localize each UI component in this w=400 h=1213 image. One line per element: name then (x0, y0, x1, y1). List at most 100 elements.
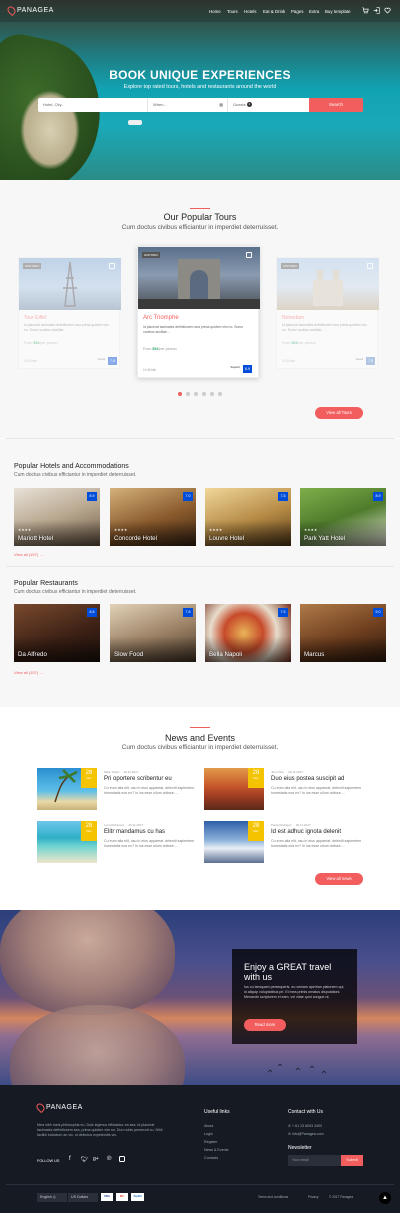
view-all-news-button[interactable]: View all news (315, 873, 363, 885)
nav-hotels[interactable]: Hotels (244, 9, 256, 14)
tour-duration: 1h 30min (24, 359, 38, 363)
privacy-link[interactable]: Privacy (308, 1195, 318, 1199)
newsletter-submit-button[interactable]: Submit (341, 1155, 363, 1166)
promo-box: Enjoy a GREAT travel with us Ius cu tamq… (232, 949, 357, 1044)
news-excerpt: Cu eum alia elit, usu in eius appareat, … (104, 839, 195, 848)
carousel-dot[interactable] (186, 392, 190, 396)
carousel-dot[interactable] (202, 392, 206, 396)
facebook-icon[interactable]: f (69, 1156, 71, 1162)
carousel-dot[interactable] (194, 392, 198, 396)
restaurant-card[interactable]: 7.8 Slow Food (110, 604, 196, 662)
restaurant-score: 7.8 (183, 608, 193, 617)
guests-label: Guests (233, 102, 246, 107)
news-excerpt: Cu eum alia elit, usu in eius appareat, … (271, 839, 362, 848)
card-shade (14, 636, 100, 662)
restaurant-card[interactable]: 9.0 Marcus (300, 604, 386, 662)
search-button[interactable]: Search (309, 98, 363, 112)
currency-select[interactable]: US Dollars (68, 1193, 98, 1202)
hotel-card[interactable]: 8.9 ★★★★ Mariott Hotel (14, 488, 100, 546)
restaurant-card[interactable]: 8.5 Da Alfredo (14, 604, 100, 662)
news-headline[interactable]: Elitr mandamus cu has (104, 829, 165, 835)
footer-divider (6, 1184, 394, 1185)
footer-link-login[interactable]: Login (204, 1132, 213, 1136)
tour-duration: 1h 30min (143, 368, 157, 372)
wishlist-icon[interactable] (367, 263, 373, 269)
contact-email[interactable]: ✉ info@Panagea.com (288, 1132, 324, 1136)
contact-phone[interactable]: ✆ + 61 23 8093 3400 (288, 1124, 322, 1128)
pinterest-icon[interactable]: ℗ (107, 1156, 111, 1162)
google-plus-icon[interactable]: g+ (93, 1156, 99, 1162)
site-logo[interactable]: PANAGEA (5, 4, 54, 17)
back-to-top-button[interactable]: ▲ (379, 1192, 391, 1204)
news-headline[interactable]: Pri oportere scribentur eu (104, 776, 172, 782)
news-title: News and Events (164, 733, 236, 743)
news-image[interactable]: 28 Dec (37, 821, 97, 863)
footer-link-news[interactable]: News & Events (204, 1148, 228, 1152)
view-all-hotels-link[interactable]: View all (157) → (14, 552, 43, 557)
language-select[interactable]: English ◎ (37, 1193, 67, 1202)
view-all-restaurants-link[interactable]: View all (157) → (14, 670, 43, 675)
carousel-dot[interactable] (218, 392, 222, 396)
carousel-dot[interactable] (178, 392, 182, 396)
tours-title: Our Popular Tours (163, 212, 237, 222)
news-date-badge: 28 Dec (81, 768, 97, 788)
footer-link-register[interactable]: Register (204, 1140, 217, 1144)
cart-icon[interactable] (362, 7, 369, 14)
tour-card[interactable]: HISTORIC Tour Eiffel Id placerat tacimat… (18, 257, 121, 369)
tour-price: From $54/per person (282, 341, 316, 345)
footer-link-contacts[interactable]: Contacts (204, 1156, 218, 1160)
tour-name[interactable]: Notredam (282, 315, 304, 321)
mastercard-icon: MC (116, 1193, 128, 1201)
guests-select[interactable]: Guests 1 (228, 98, 309, 112)
where-input[interactable]: Hotel, City... (38, 98, 148, 112)
nav-tours[interactable]: Tours (227, 9, 238, 14)
twitter-icon[interactable]: 🐦︎ (81, 1156, 89, 1163)
news-image[interactable]: 28 Dec (204, 768, 264, 810)
hotel-name: Park Yatt Hotel (304, 535, 346, 542)
news-headline[interactable]: Duo eius postea suscipit ad (271, 776, 344, 782)
restaurant-name: Bella Napoli (209, 651, 243, 658)
section-accent-line (190, 727, 210, 728)
news-image[interactable]: 28 Dec (37, 768, 97, 810)
nav-buy-template[interactable]: Buy template (325, 9, 351, 14)
tours-subtitle: Cum doctus civibus efficiantur in imperd… (121, 224, 279, 231)
hotel-stars: ★★★★ (209, 528, 223, 532)
tour-card[interactable]: HISTORIC Notredam Id placerat tacimates … (276, 257, 379, 369)
promo-text: Ius cu tamquam persequeris, eu veniam ap… (244, 985, 345, 999)
tour-name[interactable]: Arc Triomphe (143, 315, 179, 321)
boat-image (128, 120, 142, 125)
news-meta: Paula Rodrigez · 20.11.2017 (271, 823, 311, 827)
view-all-tours-button[interactable]: View all Tours (315, 407, 363, 419)
contact-title: Contact with Us (288, 1109, 324, 1115)
footer-logo[interactable]: PANAGEA (34, 1101, 83, 1114)
hotel-name: Louvre Hotel (209, 535, 245, 542)
hotel-card[interactable]: 7.0 ★★★★ Concorde Hotel (110, 488, 196, 546)
login-icon[interactable] (373, 7, 380, 14)
read-more-button[interactable]: Read more (244, 1019, 286, 1031)
carousel-dot[interactable] (210, 392, 214, 396)
hotels-restaurants-section (0, 439, 400, 707)
restaurant-card[interactable]: 7.5 Bella Napoli (205, 604, 291, 662)
tour-description: Id placerat tacimates definitionem sea p… (282, 323, 367, 332)
hotel-card[interactable]: 7.5 ★★★★ Louvre Hotel (205, 488, 291, 546)
when-input[interactable]: When... ▦ (148, 98, 228, 112)
news-image[interactable]: 28 Dec (204, 821, 264, 863)
instagram-icon[interactable] (119, 1156, 125, 1162)
footer-link-about[interactable]: About (204, 1124, 213, 1128)
wishlist-icon[interactable] (246, 252, 252, 258)
nav-pages[interactable]: Pages (291, 9, 303, 14)
wishlist-icon[interactable] (109, 263, 115, 269)
nav-eat-drink[interactable]: Eat & Drink (263, 9, 285, 14)
hero-title: BOOK UNIQUE EXPERIENCES (109, 68, 291, 82)
card-shade (300, 520, 386, 546)
news-headline[interactable]: Id est adhuc ignota delenit (271, 829, 341, 835)
newsletter-input[interactable]: Your email (288, 1155, 341, 1166)
hotel-card[interactable]: 8.9 ★★★★ Park Yatt Hotel (300, 488, 386, 546)
terms-link[interactable]: Terms and conditions (258, 1195, 288, 1199)
nav-extra[interactable]: Extra (309, 9, 319, 14)
tour-name[interactable]: Tour Eiffel (24, 315, 46, 321)
tour-duration: 1h 30min (282, 359, 296, 363)
heart-icon[interactable] (384, 7, 391, 14)
tour-card[interactable]: HISTORIC Arc Triomphe Id placerat tacima… (137, 246, 260, 378)
nav-home[interactable]: Home (209, 9, 221, 14)
